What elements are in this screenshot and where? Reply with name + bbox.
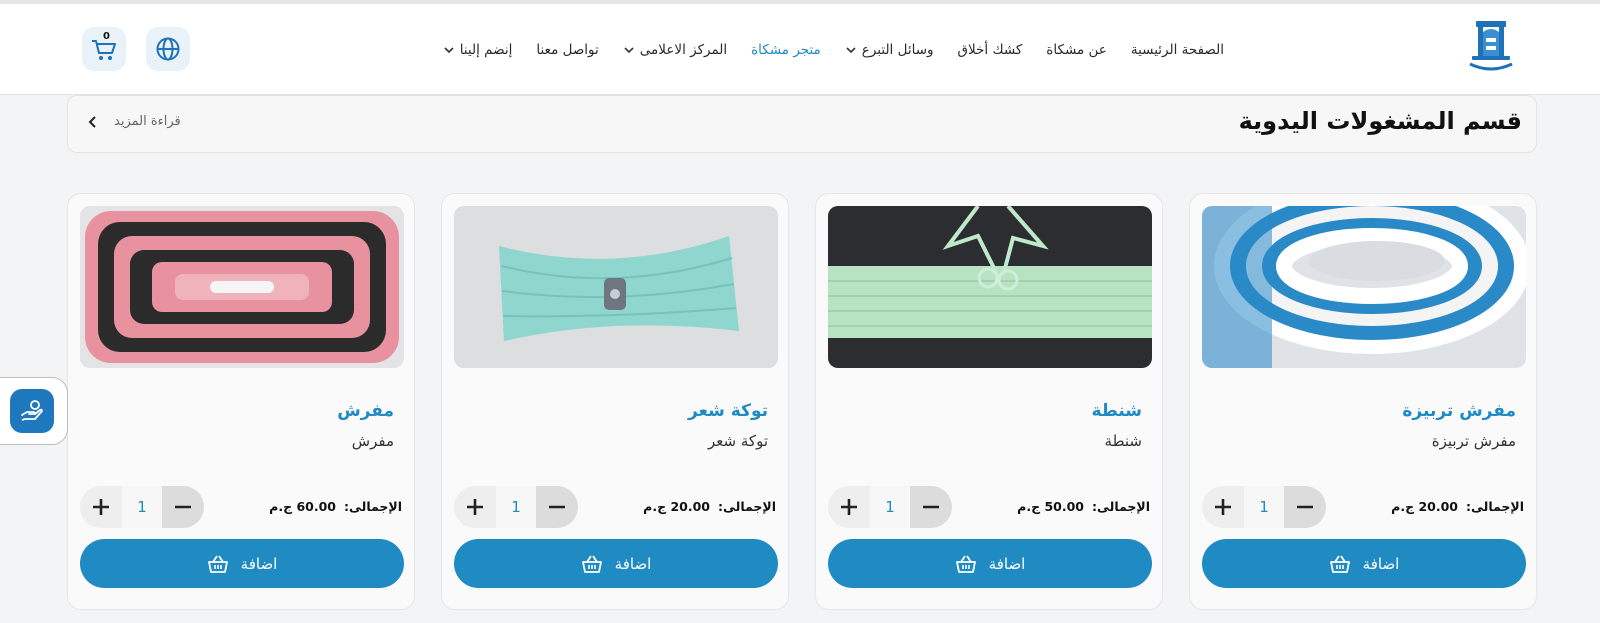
nav-donation[interactable]: وسائل التبرع [845, 42, 934, 58]
hand-coin-icon [21, 400, 43, 421]
add-to-cart-button[interactable]: اضافة [80, 539, 404, 588]
product-name[interactable]: شنطة [1091, 401, 1142, 421]
quantity-decrease-button[interactable] [1284, 486, 1326, 528]
quantity-stepper: 1 [80, 486, 204, 528]
quantity-increase-button[interactable] [1202, 486, 1244, 528]
quantity-decrease-button[interactable] [162, 486, 204, 528]
globe-icon [156, 37, 180, 61]
quantity-decrease-button[interactable] [910, 486, 952, 528]
chevron-down-icon [444, 46, 454, 53]
plus-icon [841, 499, 857, 515]
product-image[interactable] [80, 206, 404, 368]
quantity-input[interactable]: 1 [1244, 486, 1284, 528]
add-to-cart-button[interactable]: اضافة [454, 539, 778, 588]
basket-icon [955, 555, 976, 573]
product-total-value: 50.00 ج.م [1017, 499, 1084, 514]
quantity-stepper: 1 [828, 486, 952, 528]
product-card: مفرش مفرش الإجمالى: 60.00 ج.م 1 اضافة [67, 193, 415, 610]
product-total: الإجمالى: 20.00 ج.م [643, 499, 776, 514]
product-card: توكة شعر توكة شعر الإجمالى: 20.00 ج.م 1 … [441, 193, 789, 610]
product-description: مفرش [351, 432, 394, 450]
quantity-increase-button[interactable] [454, 486, 496, 528]
site-header: الصفحة الرئيسية عن مشكاة كشك أخلاق وسائل… [0, 4, 1600, 95]
basket-icon [207, 555, 228, 573]
product-total: الإجمالى: 60.00 ج.م [269, 499, 402, 514]
donate-floating-button[interactable] [0, 377, 68, 445]
section-header: قسم المشغولات اليدوية قراءة المزيد [67, 95, 1537, 153]
product-card: مفرش تربيزة مفرش تربيزة الإجمالى: 20.00 … [1189, 193, 1537, 610]
read-more-link[interactable]: قراءة المزيد [86, 114, 181, 129]
cart-count-badge: 0 [103, 31, 110, 42]
nav-home[interactable]: الصفحة الرئيسية [1131, 42, 1224, 58]
product-total-value: 60.00 ج.م [269, 499, 336, 514]
product-name[interactable]: توكة شعر [688, 401, 768, 421]
language-button[interactable] [146, 27, 190, 71]
add-to-cart-button[interactable]: اضافة [828, 539, 1152, 588]
nav-media[interactable]: المركز الاعلامى [623, 42, 727, 58]
quantity-increase-button[interactable] [828, 486, 870, 528]
nav-contact[interactable]: تواصل معنا [536, 42, 598, 58]
product-description: توكة شعر [708, 432, 768, 450]
quantity-stepper: 1 [1202, 486, 1326, 528]
nav-about[interactable]: عن مشكاة [1046, 42, 1107, 58]
product-total-value: 20.00 ج.م [1391, 499, 1458, 514]
plus-icon [467, 499, 483, 515]
quantity-input[interactable]: 1 [122, 486, 162, 528]
minus-icon [175, 505, 191, 509]
quantity-input[interactable]: 1 [870, 486, 910, 528]
nav-kiosk[interactable]: كشك أخلاق [958, 42, 1023, 58]
add-to-cart-button[interactable]: اضافة [1202, 539, 1526, 588]
product-image[interactable] [828, 206, 1152, 368]
cart-button[interactable]: 0 [82, 27, 126, 71]
product-description: شنطة [1104, 432, 1142, 450]
quantity-stepper: 1 [454, 486, 578, 528]
chevron-down-icon [624, 46, 634, 53]
product-image[interactable] [1202, 206, 1526, 368]
minus-icon [549, 505, 565, 509]
product-total-value: 20.00 ج.م [643, 499, 710, 514]
chevron-left-icon [88, 115, 96, 128]
nav-store[interactable]: متجر مشكاة [751, 42, 821, 58]
plus-icon [93, 499, 109, 515]
product-card: شنطة شنطة الإجمالى: 50.00 ج.م 1 اضافة [815, 193, 1163, 610]
basket-icon [1329, 555, 1350, 573]
basket-icon [581, 555, 602, 573]
site-logo[interactable] [1464, 18, 1518, 80]
product-image[interactable] [454, 206, 778, 368]
minus-icon [923, 505, 939, 509]
nav-join[interactable]: إنضم إلينا [443, 42, 512, 58]
main-nav: الصفحة الرئيسية عن مشكاة كشك أخلاق وسائل… [443, 4, 1224, 95]
plus-icon [1215, 499, 1231, 515]
quantity-input[interactable]: 1 [496, 486, 536, 528]
section-title: قسم المشغولات اليدوية [1238, 107, 1522, 135]
product-description: مفرش تربيزة [1431, 432, 1516, 450]
product-total: الإجمالى: 20.00 ج.م [1391, 499, 1524, 514]
minus-icon [1297, 505, 1313, 509]
product-total: الإجمالى: 50.00 ج.م [1017, 499, 1150, 514]
product-name[interactable]: مفرش تربيزة [1402, 401, 1516, 421]
quantity-increase-button[interactable] [80, 486, 122, 528]
chevron-down-icon [846, 46, 856, 53]
quantity-decrease-button[interactable] [536, 486, 578, 528]
product-name[interactable]: مفرش [337, 401, 394, 421]
